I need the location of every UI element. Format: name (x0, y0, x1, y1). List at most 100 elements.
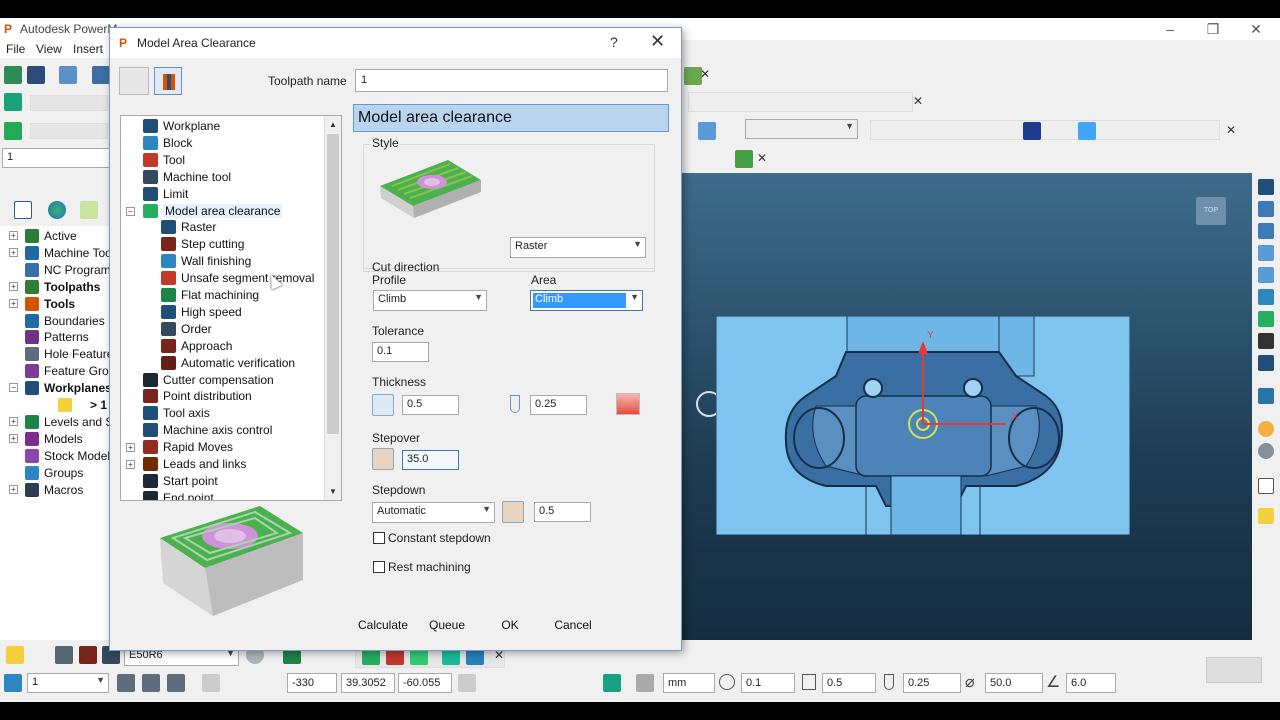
undo-icon[interactable] (1258, 508, 1274, 524)
workplane-align-icon[interactable] (117, 674, 135, 692)
workplane-view-icon[interactable] (142, 674, 160, 692)
tip-radius-field[interactable]: 6.0 (1066, 673, 1116, 693)
stepover-hand-icon[interactable] (372, 448, 394, 470)
constant-stepdown-checkbox[interactable] (373, 532, 385, 544)
simulation-icon[interactable] (735, 150, 753, 168)
axial-thickness-input[interactable]: 0.25 (530, 395, 587, 415)
thickness-input[interactable]: 0.5 (402, 395, 459, 415)
stepdown-hand-icon[interactable] (502, 501, 524, 523)
workplane-edit-icon[interactable] (167, 674, 185, 692)
expander-icon[interactable]: + (9, 298, 18, 308)
window-close-button[interactable]: ✕ (1241, 20, 1271, 38)
style-select[interactable]: Raster ▼ (510, 237, 646, 258)
settings-icon[interactable] (92, 66, 110, 84)
dialog-close-button[interactable]: ✕ (650, 31, 665, 52)
stepdown-input[interactable]: 0.5 (534, 502, 591, 522)
view-iso-icon[interactable] (1258, 245, 1274, 261)
tolerance-input[interactable]: 0.1 (372, 342, 429, 362)
graphics-viewport[interactable]: TOP Y X (682, 173, 1252, 643)
restore-button[interactable]: ❐ (1198, 20, 1228, 38)
coord-lock-icon[interactable] (458, 674, 476, 692)
coord-x-field[interactable]: -330 (287, 673, 337, 693)
grid-icon[interactable] (202, 674, 220, 692)
axial-thickness-status-field[interactable]: 0.25 (903, 673, 961, 693)
expander-icon[interactable]: − (9, 383, 18, 393)
view-combo[interactable]: ▼ (745, 119, 858, 139)
expander-icon[interactable]: + (9, 416, 18, 426)
tool-grid2-icon[interactable] (79, 646, 97, 664)
view-icon[interactable] (698, 122, 716, 140)
select-icon[interactable] (1258, 333, 1274, 349)
tolerance-status-field[interactable]: 0.1 (741, 673, 795, 693)
ruler-icon[interactable] (636, 674, 654, 692)
open-project-icon[interactable] (4, 66, 22, 84)
scroll-thumb[interactable] (327, 134, 339, 434)
toolbar-close-icon-2[interactable]: ✕ (913, 94, 923, 108)
thickness-status-field[interactable]: 0.5 (822, 673, 876, 693)
coord-y-field[interactable]: 39.3052 (341, 673, 395, 693)
toolbar-close-icon[interactable]: ✕ (700, 67, 710, 81)
shade-icon[interactable] (1078, 122, 1096, 140)
view-cube-badge[interactable]: TOP (1196, 197, 1226, 225)
block-view-icon[interactable] (1258, 355, 1274, 371)
menu-view[interactable]: View (36, 42, 62, 56)
shaded-icon[interactable] (1258, 388, 1274, 404)
video-controls[interactable] (1206, 657, 1262, 683)
pointer-icon[interactable] (1258, 478, 1274, 494)
strategy-selector-icon[interactable] (119, 67, 149, 95)
workplane-create-icon[interactable] (4, 93, 22, 111)
radial-thickness-icon[interactable] (372, 394, 394, 416)
expander-icon[interactable]: + (9, 484, 18, 494)
tool-db-icon[interactable] (6, 646, 24, 664)
expander-icon[interactable]: + (9, 281, 18, 291)
recycle-bin-icon[interactable] (80, 201, 98, 219)
menu-file[interactable]: File (6, 42, 25, 56)
view-iso2-icon[interactable] (1258, 267, 1274, 283)
toolpath-strategy-icon[interactable] (4, 122, 22, 140)
scroll-down-icon[interactable]: ▼ (329, 487, 337, 496)
view-top-icon[interactable] (1258, 179, 1274, 195)
tree-expander-icon[interactable]: − (126, 206, 135, 216)
units-icon[interactable] (603, 674, 621, 692)
stepdown-mode-select[interactable]: Automatic ▼ (372, 502, 495, 523)
toolbar-close-icon-4[interactable]: ✕ (757, 151, 767, 165)
print-icon[interactable] (59, 66, 77, 84)
toolpath-layout-icon[interactable] (154, 67, 182, 95)
expander-icon[interactable]: + (9, 231, 18, 240)
help-button[interactable]: ? (610, 34, 618, 50)
material-icon[interactable] (1258, 421, 1274, 437)
active-toolpath-combo[interactable]: 1 (2, 148, 110, 168)
coord-z-field[interactable]: -60.055 (398, 673, 452, 693)
save-project-icon[interactable] (27, 66, 45, 84)
view-front-icon[interactable] (1258, 201, 1274, 217)
tool-grid-icon[interactable] (55, 646, 73, 664)
expander-icon[interactable]: + (9, 247, 18, 257)
area-select[interactable]: Climb ▼ (530, 290, 643, 311)
tree-scrollbar[interactable]: ▲ ▼ (324, 116, 341, 500)
stepover-input[interactable]: 35.0 (402, 450, 459, 470)
zoom-icon[interactable] (1258, 289, 1274, 305)
toolbar-close-icon-3[interactable]: ✕ (1226, 123, 1236, 137)
refresh-icon[interactable] (1258, 311, 1274, 327)
minimize-button[interactable]: – (1155, 20, 1185, 38)
sketch-icon[interactable] (1023, 122, 1041, 140)
calculate-button[interactable]: Calculate (353, 614, 413, 636)
queue-button[interactable]: Queue (420, 614, 474, 636)
view-side-icon[interactable] (1258, 223, 1274, 239)
wireframe-icon[interactable] (1258, 443, 1274, 459)
globe-icon[interactable] (48, 201, 66, 219)
profile-select[interactable]: Climb ▼ (373, 290, 487, 311)
menu-insert[interactable]: Insert (73, 42, 103, 56)
ok-button[interactable]: OK (485, 614, 535, 636)
workplane-status-icon[interactable] (4, 674, 22, 692)
explorer-tree-icon[interactable] (14, 201, 32, 219)
rest-machining-checkbox[interactable] (373, 561, 385, 573)
diameter-field[interactable]: 50.0 (985, 673, 1043, 693)
toolpath-name-input[interactable]: 1 (355, 69, 668, 92)
units-field[interactable]: mm (663, 673, 715, 693)
expander-icon[interactable]: + (9, 433, 18, 443)
scroll-up-icon[interactable]: ▲ (329, 120, 337, 129)
thickness-options-icon[interactable] (616, 393, 640, 415)
workplane-combo[interactable]: 1 ▼ (27, 673, 109, 693)
cancel-button[interactable]: Cancel (545, 614, 601, 636)
